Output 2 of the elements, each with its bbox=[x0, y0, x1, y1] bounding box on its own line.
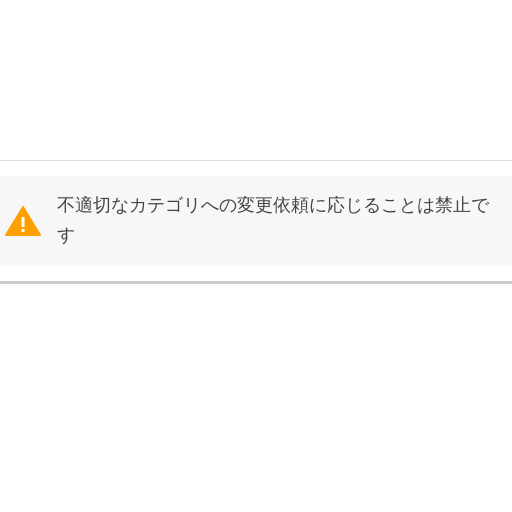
notice-message: 不適切なカテゴリへの変更依頼に応じることは禁止です bbox=[57, 194, 490, 248]
warning-icon bbox=[5, 206, 41, 236]
